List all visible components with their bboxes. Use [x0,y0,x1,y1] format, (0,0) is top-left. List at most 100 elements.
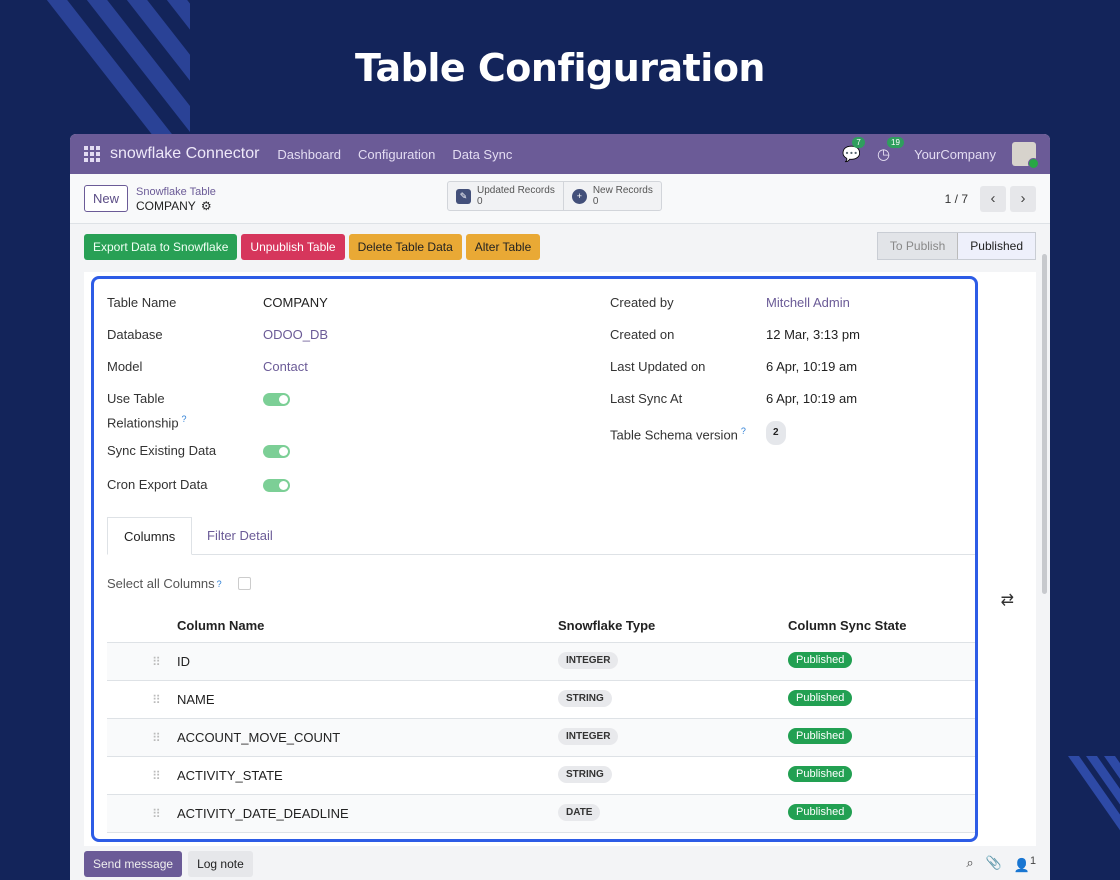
column-name-cell: ACCOUNT_MOVE_COUNT [177,730,341,745]
optional-columns-icon[interactable]: ⇄ [1001,590,1014,610]
drag-handle-icon[interactable]: ⠿ [152,769,161,783]
chevron-left-icon[interactable]: ‹ [980,185,1006,212]
breadcrumb-parent[interactable]: Snowflake Table [136,185,216,199]
search-icon[interactable]: ⌕ [966,855,973,873]
company-switcher[interactable]: YourCompany [914,147,996,162]
updated-records-value: 0 [477,196,483,207]
export-data-button[interactable]: Export Data to Snowflake [84,234,238,260]
column-name-cell: ACTIVITY_STATE [177,768,283,783]
tab-columns[interactable]: Columns [107,517,193,555]
snowflake-type-badge: INTEGER [558,652,619,669]
field-label-model: Model [107,359,143,374]
select-all-checkbox[interactable] [237,577,251,590]
status-bar: To Publish Published [876,232,1036,260]
table-row[interactable]: ⠿ ACCOUNT_MOVE_COUNT INTEGER Published [107,719,975,757]
field-value-database[interactable]: ODOO_DB [263,325,328,345]
status-published[interactable]: Published [957,233,1035,259]
log-note-button[interactable]: Log note [188,851,253,877]
columns-table: Column Name Snowflake Type Column Sync S… [107,613,975,833]
select-all-columns: Select all Columns ? [107,576,251,591]
table-row[interactable]: ⠿ ACTIVITY_DATE_DEADLINE DATE Published [107,795,975,833]
control-panel: New Snowflake Table COMPANY ⚙ ✎ Updated … [70,174,1050,224]
drag-handle-icon[interactable]: ⠿ [152,731,161,745]
messages-icon[interactable]: 💬 7 [842,137,865,163]
toggle-sync-existing-data[interactable] [263,445,290,458]
drag-handle-icon[interactable]: ⠿ [152,655,161,669]
snowflake-type-badge: DATE [558,804,601,821]
field-label-use-table-relationship-text: Use Table Relationship [107,391,179,431]
header-snowflake-type[interactable]: Snowflake Type [558,618,655,633]
field-label-table-name: Table Name [107,295,177,310]
highlighted-form-panel: Table Name COMPANY Database ODOO_DB Mode… [91,276,978,842]
top-navbar: snowflake Connector Dashboard Configurat… [70,134,1050,174]
user-avatar[interactable] [1012,142,1039,169]
tab-filter-detail[interactable]: Filter Detail [191,517,289,555]
toggle-cron-export-data[interactable] [263,479,290,492]
sync-state-badge: Published [788,728,853,744]
toggle-use-table-relationship[interactable] [263,393,290,406]
new-button[interactable]: New [84,185,129,212]
sync-state-badge: Published [788,804,853,820]
column-name-cell: NAME [177,692,215,707]
pager-value[interactable]: 1 / 7 [945,192,968,206]
field-value-table-name[interactable]: COMPANY [263,293,328,313]
messages-badge: 7 [852,137,865,148]
activities-badge: 19 [887,137,904,148]
field-value-last-sync-at: 6 Apr, 10:19 am [766,391,858,406]
paperclip-icon[interactable]: 📎 [986,855,1002,873]
field-label-database: Database [107,327,163,342]
field-label-table-schema-version: Table Schema version? [610,421,770,445]
decorative-stripes-bottom-right [1040,756,1120,846]
pencil-square-icon: ✎ [456,188,471,204]
column-name-cell: ID [177,654,190,669]
chatter-bar: Send message Log note ⌕ 📎 👤1 [70,848,1050,880]
snowflake-type-badge: INTEGER [558,728,619,745]
schema-version-badge: 2 [766,421,786,445]
table-row[interactable]: ⠿ NAME STRING Published [107,681,975,719]
nav-configuration[interactable]: Configuration [358,147,435,162]
table-header: Column Name Snowflake Type Column Sync S… [107,613,975,643]
activities-icon[interactable]: ◷ 19 [877,137,904,163]
scrollbar[interactable] [1042,254,1047,594]
help-icon[interactable]: ? [182,414,187,424]
apps-menu-icon[interactable] [84,146,100,162]
breadcrumb-current-label: COMPANY [136,198,196,213]
delete-table-data-button[interactable]: Delete Table Data [348,234,462,260]
breadcrumb-current: COMPANY ⚙ [136,199,216,213]
unpublish-table-button[interactable]: Unpublish Table [241,234,345,260]
help-icon[interactable]: ? [217,579,222,589]
field-label-table-schema-version-text: Table Schema version [610,427,738,443]
sync-state-badge: Published [788,690,853,706]
new-records-label: New Records [592,185,653,196]
drag-handle-icon[interactable]: ⠿ [152,807,161,821]
field-value-model[interactable]: Contact [263,357,308,377]
drag-handle-icon[interactable]: ⠿ [152,693,161,707]
app-name[interactable]: snowflake Connector [110,145,259,163]
field-label-last-sync-at: Last Sync At [610,391,683,406]
followers-icon[interactable]: 👤1 [1014,855,1036,873]
table-row[interactable]: ⠿ ACTIVITY_STATE STRING Published [107,757,975,795]
chevron-right-icon[interactable]: › [1010,185,1036,212]
table-body: ⠿ ID INTEGER Published ⠿ NAME STRING Pub… [107,643,975,833]
nav-data-sync[interactable]: Data Sync [452,147,512,162]
help-icon[interactable]: ? [741,426,746,436]
snowflake-type-badge: STRING [558,766,612,783]
field-value-created-by[interactable]: Mitchell Admin [766,293,850,313]
field-label-created-on: Created on [610,327,675,342]
header-column-sync-state[interactable]: Column Sync State [788,618,906,633]
sync-state-badge: Published [788,652,853,668]
sync-state-badge: Published [788,766,853,782]
send-message-button[interactable]: Send message [84,851,183,877]
status-to-publish[interactable]: To Publish [877,233,958,259]
nav-dashboard[interactable]: Dashboard [277,147,341,162]
alter-table-button[interactable]: Alter Table [465,234,541,260]
breadcrumb: Snowflake Table COMPANY ⚙ [136,185,216,213]
plus-circle-icon: + [571,188,587,204]
new-records-button[interactable]: + New Records 0 [562,182,661,210]
table-row[interactable]: ⠿ ID INTEGER Published [107,643,975,681]
smart-buttons: ✎ Updated Records 0 + New Records 0 [447,181,662,211]
action-bar: Export Data to Snowflake Unpublish Table… [70,224,1050,270]
header-column-name[interactable]: Column Name [177,618,264,633]
gear-icon[interactable]: ⚙ [201,199,212,213]
updated-records-button[interactable]: ✎ Updated Records 0 [448,182,563,210]
